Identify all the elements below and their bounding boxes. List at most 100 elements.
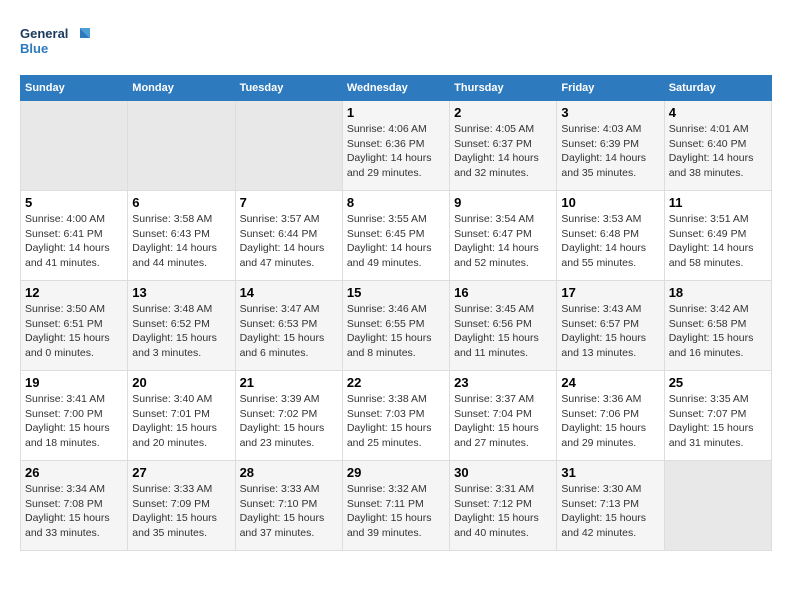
day-number: 8 bbox=[347, 195, 445, 210]
calendar-cell: 15Sunrise: 3:46 AMSunset: 6:55 PMDayligh… bbox=[342, 281, 449, 371]
calendar-cell: 6Sunrise: 3:58 AMSunset: 6:43 PMDaylight… bbox=[128, 191, 235, 281]
logo-svg: General Blue bbox=[20, 20, 90, 65]
header-row: SundayMondayTuesdayWednesdayThursdayFrid… bbox=[21, 76, 772, 101]
calendar-cell: 1 Sunrise: 4:06 AMSunset: 6:36 PMDaylight… bbox=[342, 101, 449, 191]
day-info: Sunrise: 3:51 AMSunset: 6:49 PMDaylight:… bbox=[669, 212, 767, 271]
day-number: 20 bbox=[132, 375, 230, 390]
calendar-cell: 18 Sunrise: 3:42 AMSunset: 6:58 PMDayligh… bbox=[664, 281, 771, 371]
header-friday: Friday bbox=[557, 76, 664, 101]
week-row: 1 Sunrise: 4:06 AMSunset: 6:36 PMDaylight… bbox=[21, 101, 772, 191]
logo: General Blue bbox=[20, 20, 90, 65]
day-number: 4 bbox=[669, 105, 767, 120]
day-number: 2 bbox=[454, 105, 552, 120]
day-number: 12 bbox=[25, 285, 123, 300]
day-number: 18 bbox=[669, 285, 767, 300]
day-number: 6 bbox=[132, 195, 230, 210]
day-info: Sunrise: 3:42 AMSunset: 6:58 PMDaylight:… bbox=[669, 302, 767, 361]
day-number: 22 bbox=[347, 375, 445, 390]
day-info: Sunrise: 3:55 AMSunset: 6:45 PMDaylight:… bbox=[347, 212, 445, 271]
calendar-cell: 14 Sunrise: 3:47 AMSunset: 6:53 PMDayligh… bbox=[235, 281, 342, 371]
calendar-cell: 26 Sunrise: 3:34 AMSunset: 7:08 PMDayligh… bbox=[21, 461, 128, 551]
day-info: Sunrise: 4:05 AMSunset: 6:37 PMDaylight:… bbox=[454, 122, 552, 181]
day-number: 26 bbox=[25, 465, 123, 480]
day-number: 5 bbox=[25, 195, 123, 210]
day-number: 3 bbox=[561, 105, 659, 120]
day-info: Sunrise: 3:54 AMSunset: 6:47 PMDaylight:… bbox=[454, 212, 552, 271]
day-number: 31 bbox=[561, 465, 659, 480]
day-number: 1 bbox=[347, 105, 445, 120]
calendar-cell: 4Sunrise: 4:01 AMSunset: 6:40 PMDaylight… bbox=[664, 101, 771, 191]
day-info: Sunrise: 3:45 AMSunset: 6:56 PMDaylight:… bbox=[454, 302, 552, 361]
header-tuesday: Tuesday bbox=[235, 76, 342, 101]
day-number: 29 bbox=[347, 465, 445, 480]
day-info: Sunrise: 3:38 AMSunset: 7:03 PMDaylight:… bbox=[347, 392, 445, 451]
header-wednesday: Wednesday bbox=[342, 76, 449, 101]
day-info: Sunrise: 3:47 AMSunset: 6:53 PMDaylight:… bbox=[240, 302, 338, 361]
calendar-cell: 23Sunrise: 3:37 AMSunset: 7:04 PMDayligh… bbox=[450, 371, 557, 461]
calendar-cell: 5 Sunrise: 4:00 AMSunset: 6:41 PMDaylight… bbox=[21, 191, 128, 281]
day-info: Sunrise: 3:32 AMSunset: 7:11 PMDaylight:… bbox=[347, 482, 445, 541]
calendar-cell bbox=[21, 101, 128, 191]
page-header: General Blue bbox=[20, 20, 772, 65]
calendar-cell: 27Sunrise: 3:33 AMSunset: 7:09 PMDayligh… bbox=[128, 461, 235, 551]
day-number: 9 bbox=[454, 195, 552, 210]
calendar-cell: 12 Sunrise: 3:50 AMSunset: 6:51 PMDayligh… bbox=[21, 281, 128, 371]
day-number: 27 bbox=[132, 465, 230, 480]
day-info: Sunrise: 3:34 AMSunset: 7:08 PMDaylight:… bbox=[25, 482, 123, 541]
calendar-cell: 28 Sunrise: 3:33 AMSunset: 7:10 PMDayligh… bbox=[235, 461, 342, 551]
day-number: 21 bbox=[240, 375, 338, 390]
header-monday: Monday bbox=[128, 76, 235, 101]
day-number: 28 bbox=[240, 465, 338, 480]
day-number: 30 bbox=[454, 465, 552, 480]
week-row: 12 Sunrise: 3:50 AMSunset: 6:51 PMDayligh… bbox=[21, 281, 772, 371]
day-info: Sunrise: 3:40 AMSunset: 7:01 PMDaylight:… bbox=[132, 392, 230, 451]
day-info: Sunrise: 3:31 AMSunset: 7:12 PMDaylight:… bbox=[454, 482, 552, 541]
day-info: Sunrise: 4:00 AMSunset: 6:41 PMDaylight:… bbox=[25, 212, 123, 271]
day-info: Sunrise: 3:43 AMSunset: 6:57 PMDaylight:… bbox=[561, 302, 659, 361]
calendar-cell: 25 Sunrise: 3:35 AMSunset: 7:07 PMDayligh… bbox=[664, 371, 771, 461]
day-info: Sunrise: 4:06 AMSunset: 6:36 PMDaylight:… bbox=[347, 122, 445, 181]
calendar-cell bbox=[128, 101, 235, 191]
calendar-cell: 19 Sunrise: 3:41 AMSunset: 7:00 PMDayligh… bbox=[21, 371, 128, 461]
calendar-cell: 2 Sunrise: 4:05 AMSunset: 6:37 PMDaylight… bbox=[450, 101, 557, 191]
day-number: 25 bbox=[669, 375, 767, 390]
week-row: 26 Sunrise: 3:34 AMSunset: 7:08 PMDayligh… bbox=[21, 461, 772, 551]
day-number: 17 bbox=[561, 285, 659, 300]
day-info: Sunrise: 3:36 AMSunset: 7:06 PMDaylight:… bbox=[561, 392, 659, 451]
svg-text:General: General bbox=[20, 26, 68, 41]
calendar-cell: 10 Sunrise: 3:53 AMSunset: 6:48 PMDayligh… bbox=[557, 191, 664, 281]
day-number: 14 bbox=[240, 285, 338, 300]
calendar-cell: 22 Sunrise: 3:38 AMSunset: 7:03 PMDayligh… bbox=[342, 371, 449, 461]
week-row: 5 Sunrise: 4:00 AMSunset: 6:41 PMDaylight… bbox=[21, 191, 772, 281]
calendar-cell: 9 Sunrise: 3:54 AMSunset: 6:47 PMDaylight… bbox=[450, 191, 557, 281]
calendar-cell: 7 Sunrise: 3:57 AMSunset: 6:44 PMDaylight… bbox=[235, 191, 342, 281]
day-number: 19 bbox=[25, 375, 123, 390]
day-info: Sunrise: 3:57 AMSunset: 6:44 PMDaylight:… bbox=[240, 212, 338, 271]
day-info: Sunrise: 4:03 AMSunset: 6:39 PMDaylight:… bbox=[561, 122, 659, 181]
day-info: Sunrise: 3:53 AMSunset: 6:48 PMDaylight:… bbox=[561, 212, 659, 271]
week-row: 19 Sunrise: 3:41 AMSunset: 7:00 PMDayligh… bbox=[21, 371, 772, 461]
header-sunday: Sunday bbox=[21, 76, 128, 101]
day-info: Sunrise: 3:33 AMSunset: 7:10 PMDaylight:… bbox=[240, 482, 338, 541]
day-info: Sunrise: 3:50 AMSunset: 6:51 PMDaylight:… bbox=[25, 302, 123, 361]
day-info: Sunrise: 3:41 AMSunset: 7:00 PMDaylight:… bbox=[25, 392, 123, 451]
calendar-cell: 31Sunrise: 3:30 AMSunset: 7:13 PMDayligh… bbox=[557, 461, 664, 551]
day-info: Sunrise: 3:39 AMSunset: 7:02 PMDaylight:… bbox=[240, 392, 338, 451]
day-number: 7 bbox=[240, 195, 338, 210]
day-info: Sunrise: 3:35 AMSunset: 7:07 PMDaylight:… bbox=[669, 392, 767, 451]
calendar-cell: 16 Sunrise: 3:45 AMSunset: 6:56 PMDayligh… bbox=[450, 281, 557, 371]
calendar-cell: 8 Sunrise: 3:55 AMSunset: 6:45 PMDaylight… bbox=[342, 191, 449, 281]
calendar-cell: 21 Sunrise: 3:39 AMSunset: 7:02 PMDayligh… bbox=[235, 371, 342, 461]
calendar-cell bbox=[235, 101, 342, 191]
day-number: 16 bbox=[454, 285, 552, 300]
calendar-table: SundayMondayTuesdayWednesdayThursdayFrid… bbox=[20, 75, 772, 551]
calendar-cell: 3 Sunrise: 4:03 AMSunset: 6:39 PMDaylight… bbox=[557, 101, 664, 191]
day-info: Sunrise: 3:48 AMSunset: 6:52 PMDaylight:… bbox=[132, 302, 230, 361]
calendar-cell: 17 Sunrise: 3:43 AMSunset: 6:57 PMDayligh… bbox=[557, 281, 664, 371]
calendar-cell bbox=[664, 461, 771, 551]
day-number: 23 bbox=[454, 375, 552, 390]
day-number: 11 bbox=[669, 195, 767, 210]
calendar-cell: 11 Sunrise: 3:51 AMSunset: 6:49 PMDayligh… bbox=[664, 191, 771, 281]
day-number: 10 bbox=[561, 195, 659, 210]
calendar-cell: 13Sunrise: 3:48 AMSunset: 6:52 PMDayligh… bbox=[128, 281, 235, 371]
